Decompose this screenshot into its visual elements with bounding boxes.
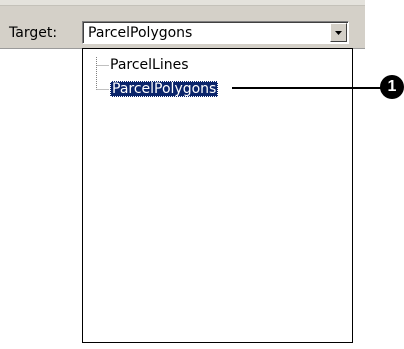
target-dropdown-list[interactable]: ParcelLines ParcelPolygons: [82, 48, 353, 343]
screenshot-stage: Target: ParcelPolygons ParcelLines Parce…: [0, 0, 404, 349]
target-dropdown-button[interactable]: [330, 23, 347, 42]
callout-number-badge: 1: [380, 75, 404, 99]
chevron-down-icon: [335, 30, 342, 35]
toolbar-top-edge: [0, 0, 365, 6]
target-combobox-value: ParcelPolygons: [88, 25, 193, 41]
target-combobox[interactable]: ParcelPolygons: [82, 21, 349, 44]
list-item-parcellines[interactable]: ParcelLines: [110, 57, 189, 73]
list-item-parcelpolygons[interactable]: ParcelPolygons: [110, 81, 219, 97]
target-label: Target:: [9, 25, 58, 41]
callout-leader-line: [232, 87, 381, 89]
